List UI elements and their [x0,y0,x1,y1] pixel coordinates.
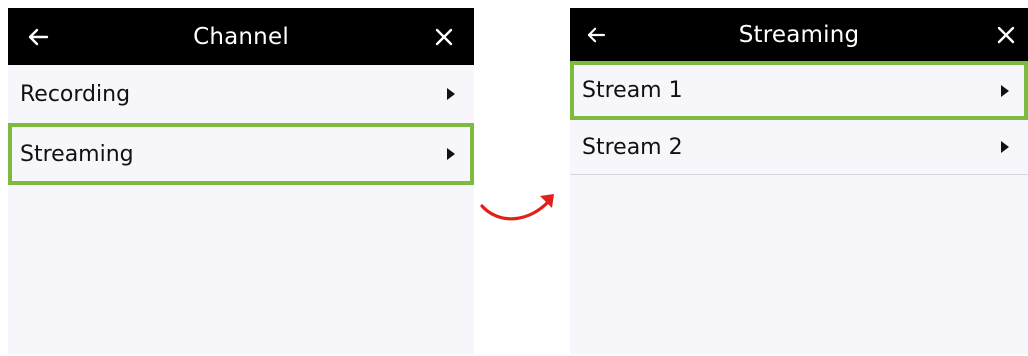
close-icon[interactable] [994,23,1018,47]
menu-item-stream-2[interactable]: Stream 2 [570,120,1028,175]
page-title: Streaming [738,21,860,48]
streaming-menu-panel: Streaming Stream 1 Stream 2 [570,8,1028,354]
screen: Channel Recording Streaming Streaming St… [0,0,1028,356]
menu-item-recording[interactable]: Recording [8,65,474,123]
caret-right-icon [444,88,456,100]
close-icon[interactable] [432,25,456,49]
menu-item-stream-1[interactable]: Stream 1 [570,61,1028,120]
channel-menu-panel: Channel Recording Streaming [8,8,474,354]
curved-arrow-icon [480,194,554,221]
menu-item-streaming[interactable]: Streaming [8,123,474,185]
back-arrow-icon[interactable] [26,25,50,49]
back-arrow-icon[interactable] [584,23,608,47]
caret-right-icon [998,84,1010,97]
caret-right-icon [444,148,456,160]
streaming-header: Streaming [570,8,1028,61]
menu-item-label: Stream 2 [582,134,683,160]
page-title: Channel [193,23,289,50]
menu-item-label: Recording [20,81,131,107]
channel-header: Channel [8,8,474,65]
menu-item-label: Streaming [20,141,134,167]
menu-item-label: Stream 1 [582,78,683,103]
caret-right-icon [998,141,1010,153]
